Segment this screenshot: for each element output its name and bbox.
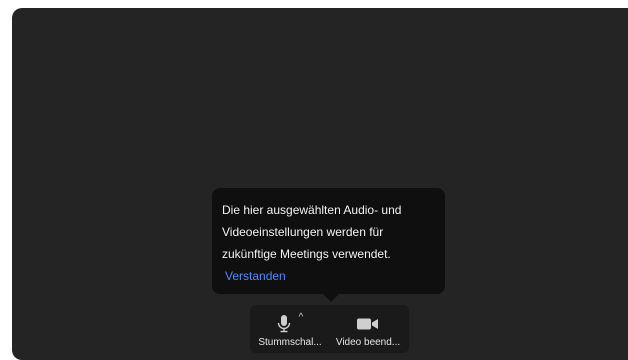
- mute-icon-row: ^: [277, 305, 304, 333]
- mute-button[interactable]: ^ Stummschal...: [254, 305, 326, 353]
- microphone-icon: [277, 315, 291, 333]
- video-label: Video beend...: [335, 337, 401, 348]
- meeting-toolbar: ^ Stummschal... Video beend...: [250, 305, 409, 353]
- settings-tooltip: Die hier ausgewählten Audio- und Videoei…: [212, 188, 445, 302]
- stop-video-button[interactable]: Video beend...: [330, 305, 406, 353]
- video-camera-icon: [357, 318, 379, 330]
- video-preview-window: Die hier ausgewählten Audio- und Videoei…: [12, 8, 628, 360]
- understood-link[interactable]: Verstanden: [225, 265, 286, 287]
- tooltip-message: Die hier ausgewählten Audio- und Videoei…: [222, 203, 402, 261]
- tooltip-arrow: [323, 294, 339, 302]
- mute-label: Stummschal...: [258, 337, 322, 348]
- caret-up-icon[interactable]: ^: [299, 313, 304, 323]
- video-icon-row: [357, 305, 379, 333]
